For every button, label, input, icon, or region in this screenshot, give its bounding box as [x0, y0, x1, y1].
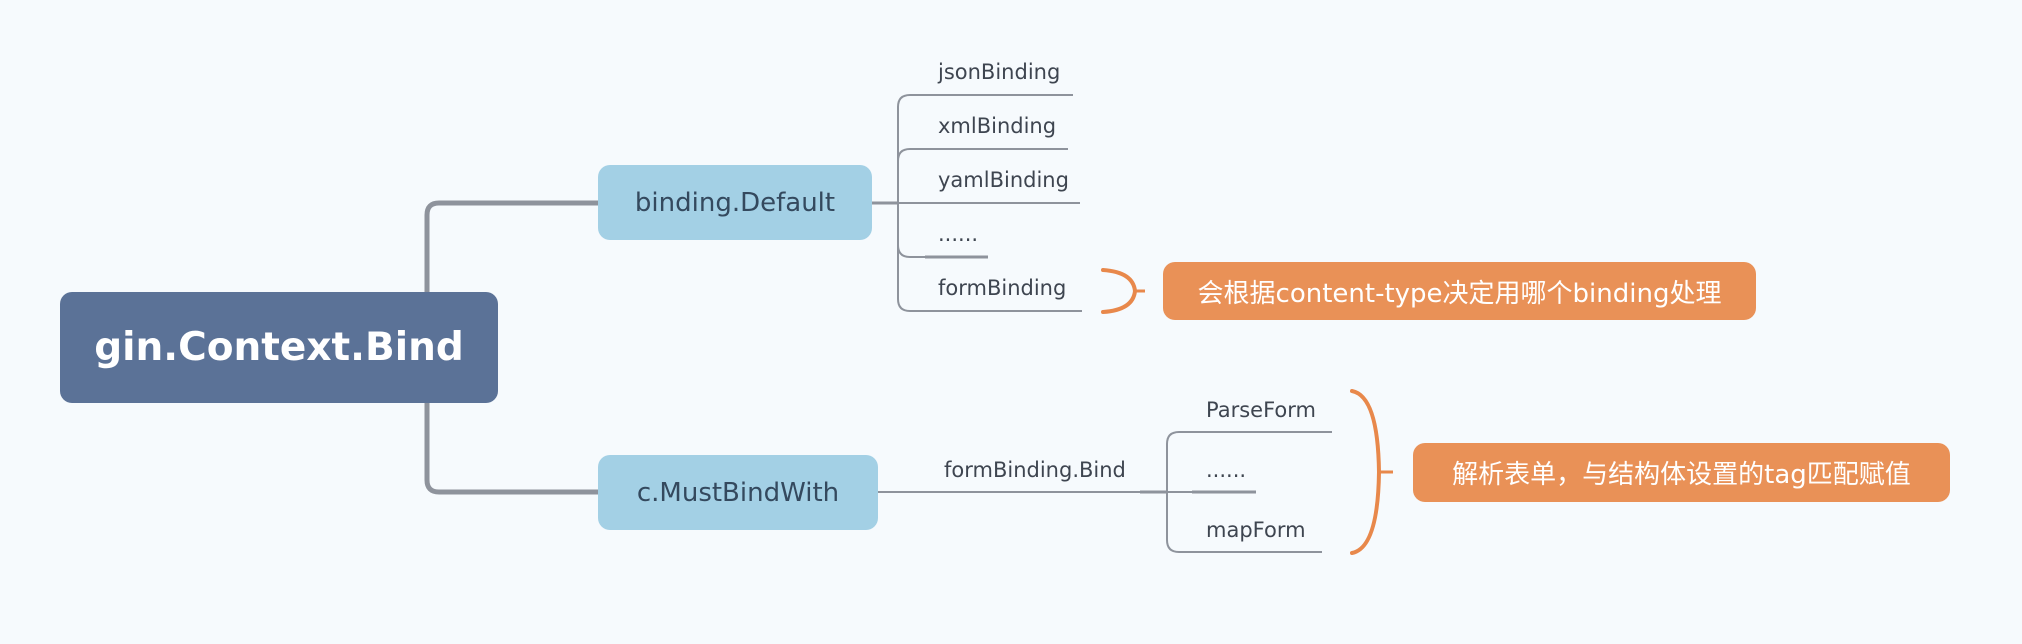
- branch-node-label: c.MustBindWith: [636, 477, 840, 508]
- summary-callout-label: 解析表单，与结构体设置的tag匹配赋值: [1452, 460, 1911, 490]
- leaf-node-mapform[interactable]: mapForm: [1206, 520, 1306, 541]
- leaf-node-xmlbinding[interactable]: xmlBinding: [938, 116, 1056, 137]
- connector-xmlbinding: [897, 148, 1068, 162]
- summary-callout-label: 会根据content-type决定用哪个binding处理: [1197, 278, 1722, 309]
- root-node-label: gin.Context.Bind: [94, 325, 464, 370]
- leaf-node-parseform[interactable]: ParseForm: [1206, 400, 1316, 421]
- summary-callout-content-type[interactable]: 会根据content-type决定用哪个binding处理: [1163, 262, 1756, 320]
- root-node[interactable]: gin.Context.Bind: [60, 292, 498, 403]
- leaf-node-formbinding[interactable]: formBinding: [938, 278, 1066, 299]
- connector-root-to-mustbindwith: [424, 403, 598, 495]
- connector-root-to-binding-default: [424, 200, 598, 292]
- leaf-node-yamlbinding[interactable]: yamlBinding: [938, 170, 1069, 191]
- leaf-node-jsonbinding[interactable]: jsonBinding: [938, 62, 1060, 83]
- branch-node-binding-default[interactable]: binding.Default: [598, 165, 872, 240]
- summary-callout-parse-form[interactable]: 解析表单，与结构体设置的tag匹配赋值: [1413, 443, 1950, 502]
- connector-parseform: [1166, 431, 1332, 492]
- leaf-node-formbinding-bind[interactable]: formBinding.Bind: [944, 460, 1126, 481]
- leaf-node-ellipsis[interactable]: ......: [1206, 460, 1246, 481]
- branch-node-label: binding.Default: [634, 187, 836, 218]
- leaf-node-ellipsis[interactable]: ......: [938, 224, 978, 245]
- summary-brace-1: [1101, 268, 1138, 314]
- branch-node-mustbindwith[interactable]: c.MustBindWith: [598, 455, 878, 530]
- summary-brace-2: [1350, 389, 1382, 555]
